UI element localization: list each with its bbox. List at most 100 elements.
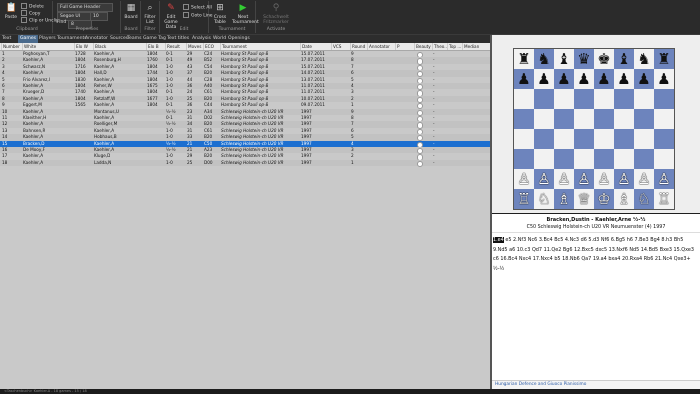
header-select[interactable]: Full Game Header bbox=[57, 3, 113, 12]
chess-board[interactable]: ♜ ♞ ♝ ♛ ♚ ♝ ♞ ♜ ♟ ♟ ♟ ♟ ♟ ♟ ♟ ♟ ♙ ♙ ♙ ♙ ♙ ♙ ♙ ♙ ♖ ♘ ♗ ♕ ♔ ♗ ♘ ♖ bbox=[513, 48, 675, 210]
board-square[interactable]: ♜ bbox=[514, 49, 534, 69]
move[interactable]: Qd7 bbox=[532, 247, 542, 253]
board-square[interactable] bbox=[534, 129, 554, 149]
board-square[interactable]: ♗ bbox=[614, 189, 634, 209]
column-header-result[interactable]: Result bbox=[165, 43, 180, 50]
black-knight-icon[interactable]: ♞ bbox=[537, 50, 550, 68]
black-pawn-icon[interactable]: ♟ bbox=[557, 70, 570, 88]
tab-analysis[interactable]: Analysis bbox=[190, 35, 213, 43]
move[interactable]: Nf6 bbox=[601, 237, 610, 243]
board-square[interactable]: ♕ bbox=[574, 189, 594, 209]
move[interactable]: 10.c3 bbox=[517, 247, 531, 253]
board-square[interactable] bbox=[634, 129, 654, 149]
column-header-date[interactable]: Date bbox=[300, 43, 312, 50]
move[interactable]: Bh5 bbox=[674, 237, 684, 243]
board-button[interactable]: ▦ Board bbox=[122, 3, 140, 27]
black-bishop-icon[interactable]: ♝ bbox=[557, 50, 570, 68]
move[interactable]: 7.Be3 bbox=[635, 237, 649, 243]
board-square[interactable] bbox=[594, 89, 614, 109]
board-square[interactable] bbox=[514, 149, 534, 169]
white-knight-icon[interactable]: ♘ bbox=[637, 190, 650, 208]
board-square[interactable] bbox=[654, 149, 674, 169]
move[interactable]: Qa7 bbox=[581, 256, 591, 262]
move[interactable]: Nxc4 bbox=[519, 256, 531, 262]
move[interactable]: 2.Nf3 bbox=[513, 237, 526, 243]
move[interactable]: 17.Nxc4 bbox=[533, 256, 553, 262]
activate-button[interactable]: ⚲ Schachwelt Fritzmarker bbox=[260, 3, 292, 27]
column-header-tournament[interactable]: Tournament bbox=[220, 43, 247, 50]
board-square[interactable] bbox=[534, 109, 554, 129]
move[interactable]: 15.Qxe3 bbox=[674, 247, 695, 253]
delete-button[interactable]: Delete bbox=[21, 3, 44, 10]
column-header-annotator[interactable]: Annotator bbox=[367, 43, 390, 50]
move[interactable]: Bc5 bbox=[554, 237, 563, 243]
move[interactable]: Rb6 bbox=[644, 256, 654, 262]
white-pawn-icon[interactable]: ♙ bbox=[597, 170, 610, 188]
move[interactable]: 9.Nd5 bbox=[493, 247, 508, 253]
column-header-vcs[interactable]: VCS bbox=[331, 43, 341, 50]
board-square[interactable]: ♟ bbox=[614, 69, 634, 89]
board-square[interactable] bbox=[594, 129, 614, 149]
board-square[interactable]: ♘ bbox=[634, 189, 654, 209]
white-pawn-icon[interactable]: ♙ bbox=[657, 170, 670, 188]
move[interactable]: 8.h3 bbox=[661, 237, 672, 243]
board-square[interactable] bbox=[534, 149, 554, 169]
white-pawn-icon[interactable]: ♙ bbox=[617, 170, 630, 188]
edit-game-button[interactable]: ✎ Edit Game Data bbox=[160, 3, 182, 30]
board-square[interactable] bbox=[634, 149, 654, 169]
board-square[interactable] bbox=[554, 109, 574, 129]
board-square[interactable] bbox=[594, 109, 614, 129]
tab-openings[interactable]: Openings bbox=[226, 35, 252, 43]
board-square[interactable]: ♟ bbox=[594, 69, 614, 89]
next-tournament-button[interactable]: ▶ Next Tournament bbox=[232, 3, 259, 27]
board-square[interactable]: ♔ bbox=[594, 189, 614, 209]
move[interactable]: 12.Bxc5 bbox=[574, 247, 594, 253]
move[interactable]: 6.Bg5 bbox=[611, 237, 625, 243]
black-pawn-icon[interactable]: ♟ bbox=[537, 70, 550, 88]
column-header-elo-w[interactable]: Elo W bbox=[74, 43, 88, 50]
move[interactable]: 1.e4 bbox=[493, 237, 504, 243]
move[interactable]: 19.a4 bbox=[593, 256, 607, 262]
column-header-number[interactable]: Number bbox=[1, 43, 20, 50]
board-square[interactable]: ♟ bbox=[654, 69, 674, 89]
board-square[interactable]: ♗ bbox=[554, 189, 574, 209]
move[interactable]: Bxe3 bbox=[660, 247, 672, 253]
column-header-elo-b[interactable]: Elo B bbox=[146, 43, 159, 50]
column-header-moves[interactable]: Moves bbox=[186, 43, 201, 50]
board-square[interactable]: ♛ bbox=[574, 49, 594, 69]
move[interactable]: 11.Qe2 bbox=[544, 247, 562, 253]
column-header-top[interactable]: Top ... bbox=[447, 43, 461, 50]
move[interactable]: Bg6 bbox=[563, 247, 573, 253]
board-square[interactable] bbox=[654, 129, 674, 149]
column-header-eco[interactable]: ECO bbox=[203, 43, 214, 50]
black-pawn-icon[interactable]: ♟ bbox=[657, 70, 670, 88]
column-header-p[interactable]: P bbox=[395, 43, 400, 50]
board-square[interactable] bbox=[534, 89, 554, 109]
move[interactable]: 5.d3 bbox=[588, 237, 599, 243]
board-square[interactable] bbox=[614, 89, 634, 109]
board-square[interactable] bbox=[554, 129, 574, 149]
cross-table-button[interactable]: ⊞ Cross Table bbox=[209, 3, 231, 27]
tab-annotator[interactable]: Annotator bbox=[83, 35, 110, 43]
board-square[interactable]: ♞ bbox=[634, 49, 654, 69]
board-square[interactable] bbox=[574, 129, 594, 149]
board-square[interactable]: ♞ bbox=[534, 49, 554, 69]
move[interactable]: Nc6 bbox=[528, 237, 537, 243]
board-square[interactable]: ♝ bbox=[614, 49, 634, 69]
tab-text[interactable]: Text bbox=[0, 35, 13, 43]
tab-game-tag[interactable]: Game Tag bbox=[141, 35, 168, 43]
black-pawn-icon[interactable]: ♟ bbox=[637, 70, 650, 88]
white-rook-icon[interactable]: ♖ bbox=[517, 190, 530, 208]
board-square[interactable]: ♙ bbox=[534, 169, 554, 189]
board-square[interactable]: ♙ bbox=[554, 169, 574, 189]
copy-button[interactable]: Copy bbox=[21, 10, 40, 17]
move[interactable]: 13.Nxf6 bbox=[609, 247, 628, 253]
black-pawn-icon[interactable]: ♟ bbox=[577, 70, 590, 88]
board-square[interactable] bbox=[554, 149, 574, 169]
board-square[interactable]: ♟ bbox=[574, 69, 594, 89]
column-header-white[interactable]: White bbox=[22, 43, 36, 50]
move[interactable]: 16.Bc4 bbox=[500, 256, 517, 262]
move[interactable]: 21.Nc4 bbox=[655, 256, 672, 262]
white-king-icon[interactable]: ♔ bbox=[597, 190, 610, 208]
board-square[interactable] bbox=[614, 129, 634, 149]
